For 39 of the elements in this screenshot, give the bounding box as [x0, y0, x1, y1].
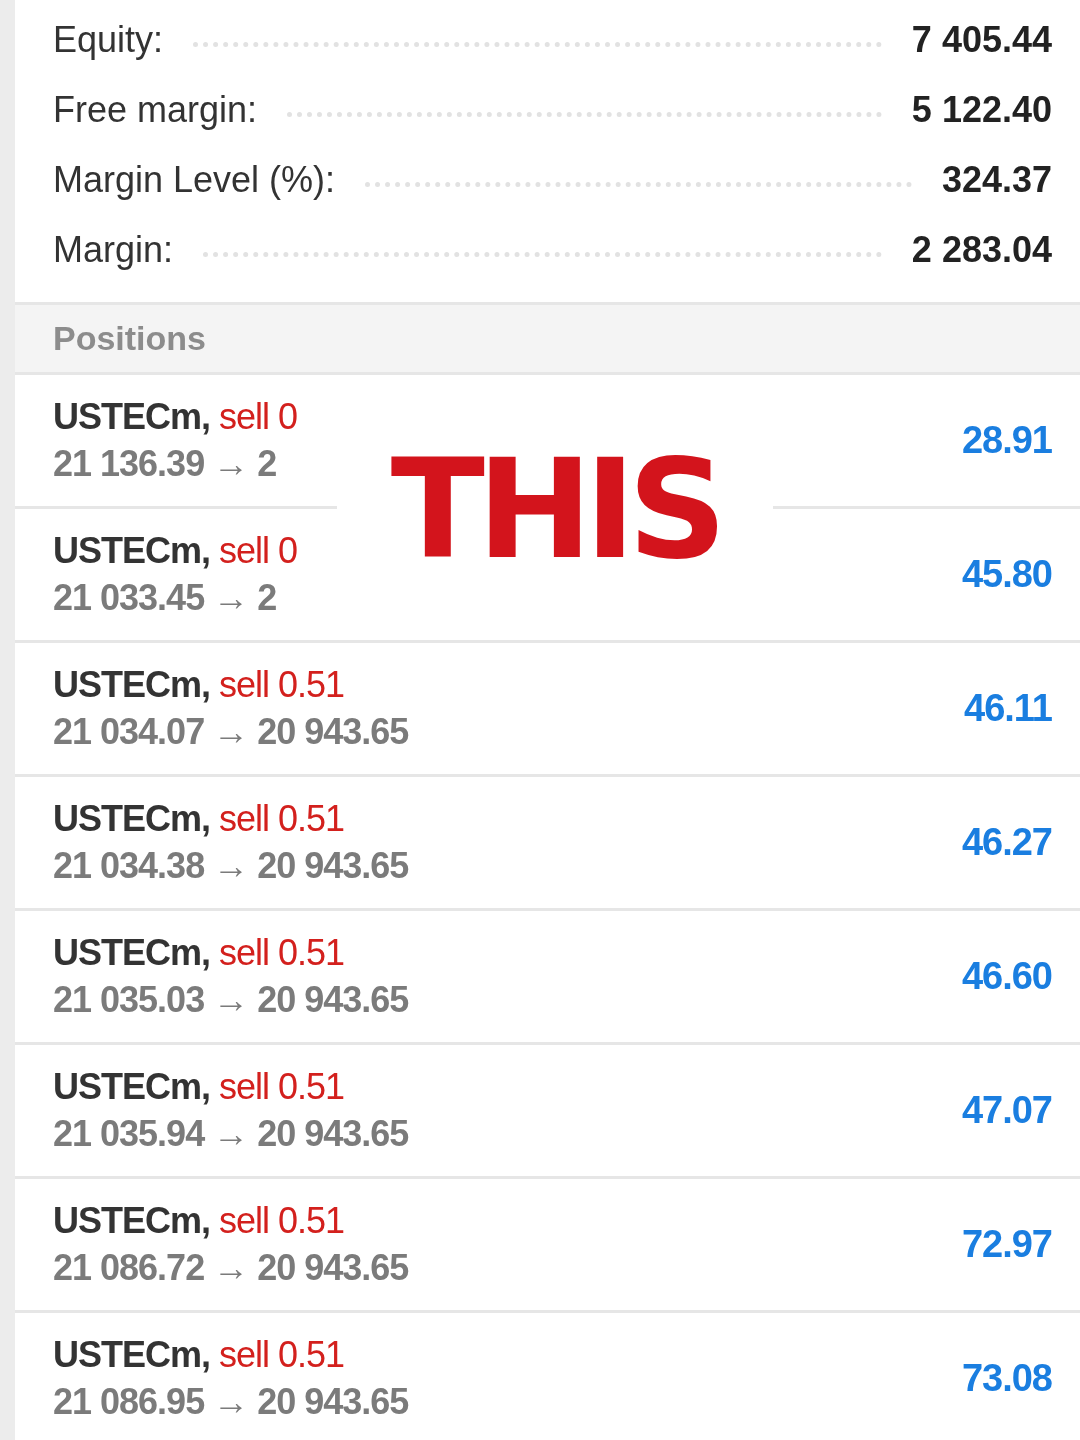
position-prices: 21 035.94 → 20 943.65 — [53, 1111, 409, 1156]
position-prices: 21 033.45 → 2 — [53, 575, 278, 620]
summary-label: Equity: — [53, 18, 164, 62]
position-profit: 46.11 — [964, 686, 1052, 731]
position-title: USTECm, sell 0.51 — [53, 1198, 346, 1243]
position-row[interactable]: USTECm, sell 0.51 21 086.95 → 20 943.65 73.08 — [15, 1313, 1080, 1440]
position-title: USTECm, sell 0.51 — [53, 662, 346, 707]
summary-label: Free margin: — [53, 88, 258, 132]
position-prices: 21 035.03 → 20 943.65 — [53, 977, 409, 1022]
position-prices: 21 034.07 → 20 943.65 — [53, 709, 409, 754]
position-title: USTECm, sell 0.51 — [53, 1332, 346, 1377]
position-title: USTECm, sell 0 — [53, 528, 298, 573]
summary-label: Margin Level (%): — [53, 158, 336, 202]
summary-value: 2 283.04 — [911, 228, 1052, 272]
summary-value: 7 405.44 — [911, 18, 1052, 62]
position-title: USTECm, sell 0 — [53, 394, 298, 439]
position-prices: 21 136.39 → 2 — [53, 441, 278, 486]
position-profit: 46.60 — [961, 954, 1052, 999]
position-prices: 21 034.38 → 20 943.65 — [53, 843, 409, 888]
position-profit: 73.08 — [961, 1356, 1052, 1401]
position-row[interactable]: USTECm, sell 0.51 21 086.72 → 20 943.65 72.97 — [15, 1179, 1080, 1313]
section-header: Positions — [53, 318, 207, 359]
summary-label: Margin: — [53, 228, 174, 272]
position-profit: 28.91 — [961, 418, 1052, 463]
position-prices: 21 086.72 → 20 943.65 — [53, 1245, 409, 1290]
position-row[interactable]: USTECm, sell 0.51 21 035.03 → 20 943.65 46.60 — [15, 911, 1080, 1045]
position-row[interactable]: USTECm, sell 0.51 21 035.94 → 20 943.65 47.07 — [15, 1045, 1080, 1179]
position-title: USTECm, sell 0.51 — [53, 930, 346, 975]
position-profit: 46.27 — [961, 820, 1052, 865]
summary-value: 324.37 — [941, 158, 1052, 202]
position-profit: 72.97 — [961, 1222, 1052, 1267]
position-profit: 47.07 — [961, 1088, 1052, 1133]
position-profit: 45.80 — [961, 552, 1052, 597]
position-title: USTECm, sell 0.51 — [53, 796, 346, 841]
position-title: USTECm, sell 0.51 — [53, 1064, 346, 1109]
position-prices: 21 086.95 → 20 943.65 — [53, 1379, 409, 1424]
summary-value: 5 122.40 — [911, 88, 1052, 132]
position-row[interactable]: USTECm, sell 0.51 21 034.38 → 20 943.65 46.27 — [15, 777, 1080, 911]
position-row[interactable]: USTECm, sell 0.51 21 034.07 → 20 943.65 46.11 — [15, 643, 1080, 777]
